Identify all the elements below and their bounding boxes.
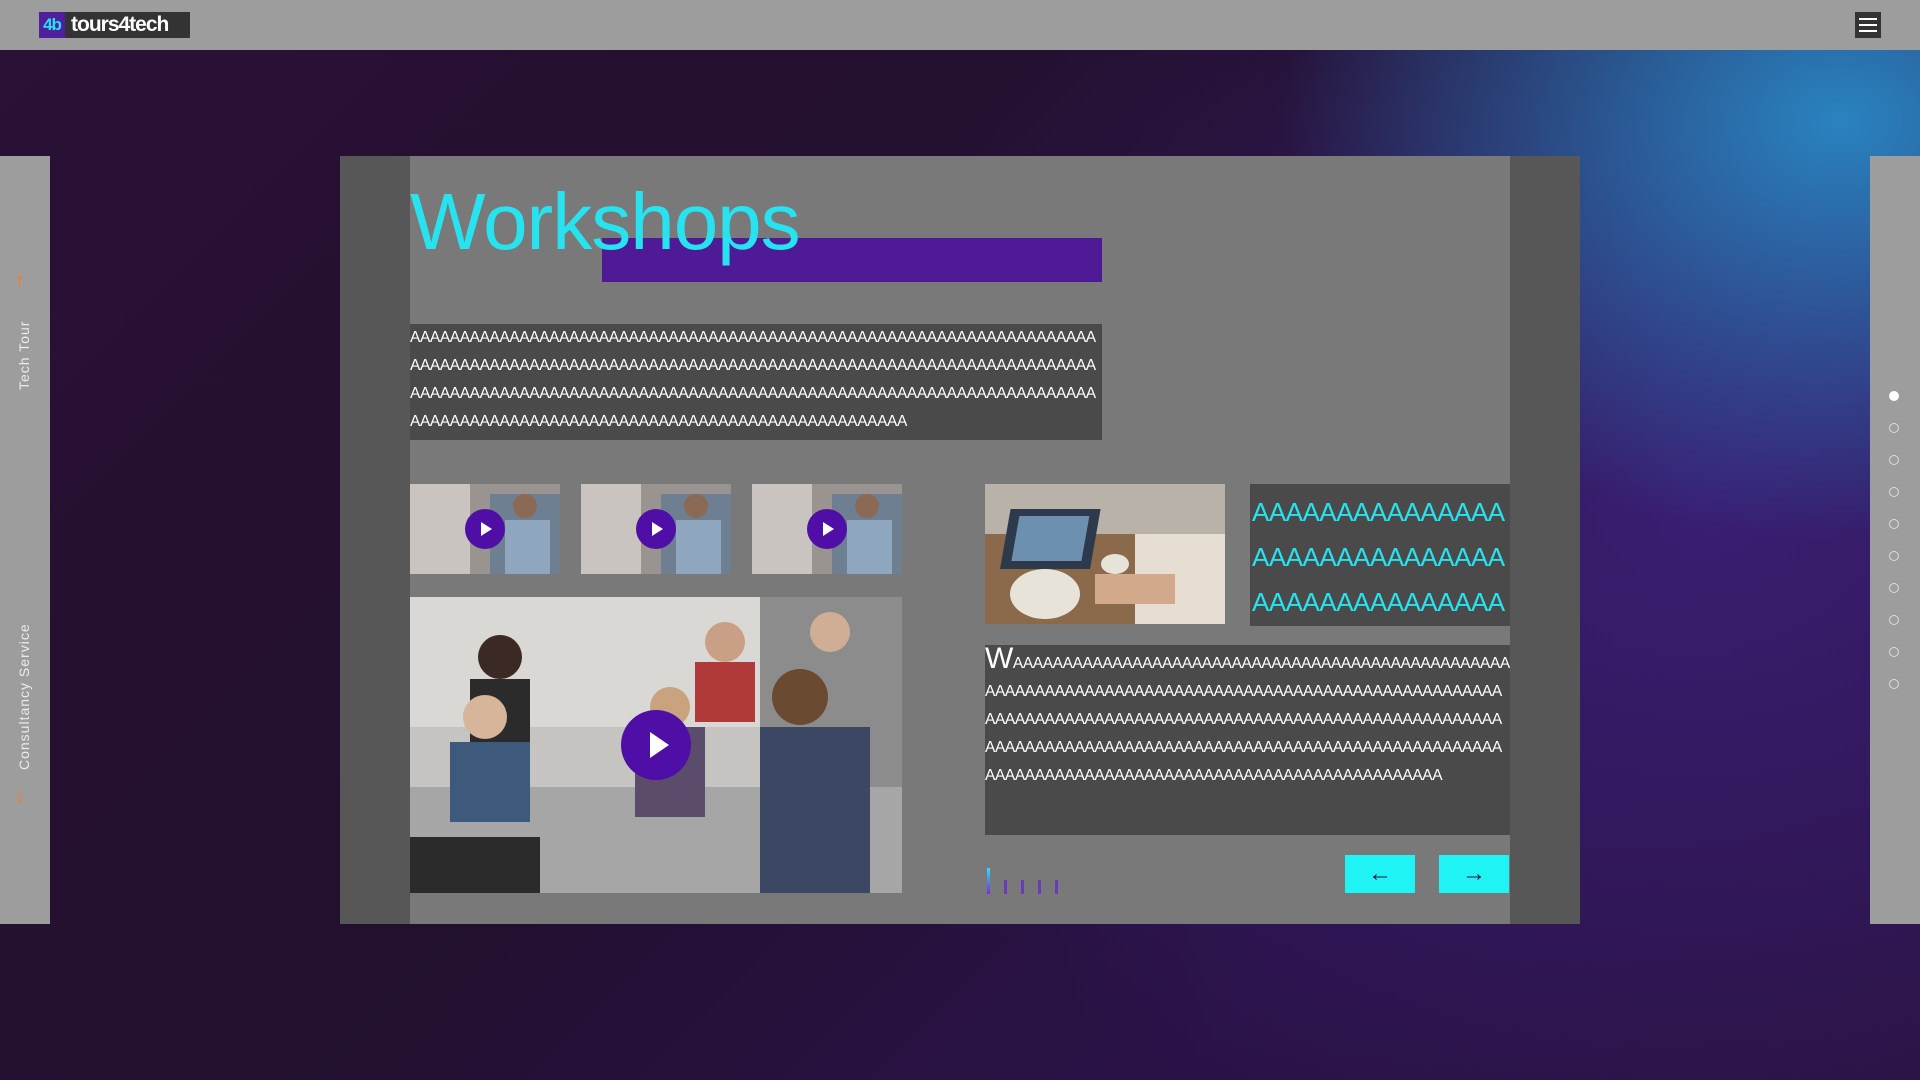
page-dot[interactable] (1889, 583, 1899, 593)
nav-down-label[interactable]: Consultancy Service (16, 623, 32, 770)
slide-indicator (987, 868, 1058, 894)
next-button[interactable]: → (1439, 855, 1509, 893)
top-bar: 4b tours4tech (0, 0, 1920, 50)
description-text: WAAAAAAAAAAAAAAAAAAAAAAAAAAAAAAAAAAAAAAA… (985, 645, 1510, 835)
arrow-left-icon: ← (1368, 860, 1392, 887)
prev-button[interactable]: ← (1345, 855, 1415, 893)
slide-indicator-bar[interactable] (1004, 880, 1007, 894)
laptop-cafe-image (985, 484, 1225, 624)
play-icon[interactable] (465, 509, 505, 549)
highlight-line: AAAAAAAAAAAAAAA (1252, 497, 1505, 527)
content-panel: Workshops AAAAAAAAAAAAAAAAAAAAAAAAAAAAAA… (410, 156, 1510, 924)
play-icon[interactable] (621, 710, 691, 780)
description-body: AAAAAAAAAAAAAAAAAAAAAAAAAAAAAAAAAAAAAAAA… (985, 655, 1510, 784)
intro-paragraph: AAAAAAAAAAAAAAAAAAAAAAAAAAAAAAAAAAAAAAAA… (410, 324, 1102, 440)
workshop-image (985, 484, 1225, 624)
arrow-down-icon[interactable]: ↓ (14, 782, 25, 808)
logo-mark: 4b (39, 12, 65, 38)
arrow-right-icon: → (1462, 860, 1486, 887)
play-icon[interactable] (636, 509, 676, 549)
content-card: Workshops AAAAAAAAAAAAAAAAAAAAAAAAAAAAAA… (340, 156, 1580, 924)
video-thumbnail[interactable] (581, 484, 731, 574)
slide-indicator-bar[interactable] (987, 868, 990, 894)
page-dot[interactable] (1889, 679, 1899, 689)
slide-indicator-bar[interactable] (1021, 880, 1024, 894)
video-thumbnail[interactable] (410, 484, 560, 574)
logo-text: tours4tech (71, 13, 169, 36)
slide-indicator-bar[interactable] (1055, 880, 1058, 894)
left-rail: ↑ Tech Tour Consultancy Service ↓ (0, 156, 50, 924)
page-title: Workshops (410, 177, 801, 266)
arrow-up-icon[interactable]: ↑ (14, 268, 25, 294)
page-dot[interactable] (1889, 487, 1899, 497)
right-rail (1870, 156, 1920, 924)
highlight-box: AAAAAAAAAAAAAAA AAAAAAAAAAAAAAA AAAAAAAA… (1250, 484, 1510, 626)
page-dot[interactable] (1889, 391, 1899, 401)
page-dot[interactable] (1889, 647, 1899, 657)
page-dot[interactable] (1889, 615, 1899, 625)
slide-indicator-bar[interactable] (1038, 880, 1041, 894)
highlight-line: AAAAAAAAAAAAAAA (1252, 587, 1505, 617)
hamburger-icon[interactable] (1855, 12, 1881, 38)
logo[interactable]: 4b tours4tech (39, 12, 190, 38)
highlight-line: AAAAAAAAAAAAAAA (1252, 542, 1505, 572)
page-dot[interactable] (1889, 551, 1899, 561)
page-dot[interactable] (1889, 519, 1899, 529)
page-dot[interactable] (1889, 423, 1899, 433)
main-video[interactable] (410, 597, 902, 893)
nav-up-label[interactable]: Tech Tour (16, 321, 32, 390)
play-icon[interactable] (807, 509, 847, 549)
drop-cap: W (985, 645, 1013, 675)
video-thumbnail[interactable] (752, 484, 902, 574)
page-dot[interactable] (1889, 455, 1899, 465)
